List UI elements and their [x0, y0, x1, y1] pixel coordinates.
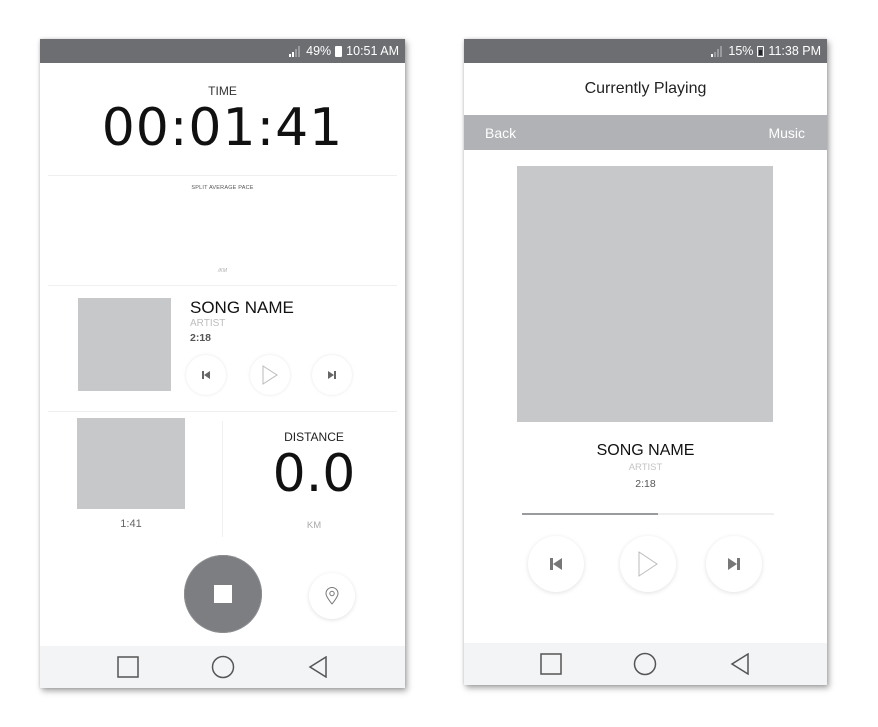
divider — [48, 175, 397, 176]
battery-low-icon — [757, 45, 765, 57]
progress-fill — [522, 513, 659, 515]
navigation-bar — [40, 646, 405, 688]
play-button[interactable] — [250, 355, 290, 395]
distance-value: 0.0 — [272, 444, 356, 504]
back-icon — [308, 656, 327, 678]
play-button[interactable] — [620, 536, 676, 592]
next-button[interactable] — [312, 355, 352, 395]
song-name: SONG NAME — [190, 298, 294, 317]
back-button[interactable] — [725, 649, 755, 679]
split-thumbnail[interactable] — [77, 418, 185, 509]
music-link[interactable]: Music — [768, 125, 805, 141]
navigation-bar — [464, 643, 827, 685]
home-button[interactable] — [630, 649, 660, 679]
recents-icon — [540, 653, 562, 675]
distance-label: DISTANCE — [284, 430, 344, 444]
split-pace-label: SPLIT AVERAGE PACE — [191, 185, 254, 191]
album-art[interactable] — [78, 298, 171, 391]
stop-icon — [214, 585, 232, 603]
next-button[interactable] — [706, 536, 762, 592]
sub-navigation-bar: Back Music — [464, 115, 827, 150]
workout-screen: 49% 10:51 AM TIME 00:01:41 SPLIT AVERAGE… — [40, 39, 405, 688]
previous-icon — [202, 371, 210, 379]
song-duration: 2:18 — [635, 478, 656, 490]
pace-dash — [40, 243, 59, 248]
battery-percent: 15% — [728, 44, 754, 58]
location-button[interactable] — [309, 573, 355, 619]
location-pin-icon — [325, 587, 339, 605]
home-button[interactable] — [208, 652, 238, 682]
home-icon — [211, 655, 234, 679]
elapsed-time: 00:01:41 — [101, 98, 344, 158]
pace-colon-dot — [40, 224, 47, 231]
previous-button[interactable] — [186, 355, 226, 395]
split-pace-unit: /KM — [218, 268, 227, 274]
status-time: 10:51 AM — [346, 44, 399, 58]
artist-name: ARTIST — [190, 318, 226, 329]
previous-button[interactable] — [528, 536, 584, 592]
next-icon — [728, 558, 740, 570]
back-button[interactable] — [303, 652, 333, 682]
song-duration: 2:18 — [190, 332, 212, 344]
vertical-divider — [222, 421, 223, 537]
home-icon — [634, 652, 657, 676]
stop-button[interactable] — [184, 555, 262, 633]
artist-name: ARTIST — [628, 462, 663, 473]
signal-icon — [289, 45, 301, 57]
recents-button[interactable] — [536, 649, 566, 679]
divider — [48, 411, 397, 412]
status-time: 11:38 PM — [768, 44, 821, 58]
time-label: TIME — [208, 84, 237, 98]
status-bar: 49% 10:51 AM — [40, 39, 405, 63]
battery-icon — [335, 45, 343, 57]
play-icon — [638, 551, 658, 577]
status-bar: 15% 11:38 PM — [464, 39, 827, 63]
song-name: SONG NAME — [596, 442, 695, 459]
play-icon — [262, 365, 278, 385]
back-icon — [730, 653, 749, 675]
split-pace-value — [40, 219, 405, 259]
divider — [48, 285, 397, 286]
battery-percent: 49% — [306, 44, 332, 58]
next-icon — [328, 371, 336, 379]
currently-playing-screen: 15% 11:38 PM Currently Playing Back Musi… — [464, 39, 827, 685]
album-art — [517, 166, 773, 422]
recents-icon — [116, 656, 139, 678]
pace-colon-dot — [40, 231, 47, 238]
page-title: Currently Playing — [584, 80, 707, 97]
signal-icon — [711, 45, 723, 57]
recents-button[interactable] — [113, 652, 143, 682]
distance-unit: KM — [306, 520, 322, 531]
previous-icon — [550, 558, 562, 570]
back-link[interactable]: Back — [485, 125, 516, 141]
progress-bar[interactable] — [522, 513, 774, 515]
split-time: 1:41 — [120, 518, 142, 530]
